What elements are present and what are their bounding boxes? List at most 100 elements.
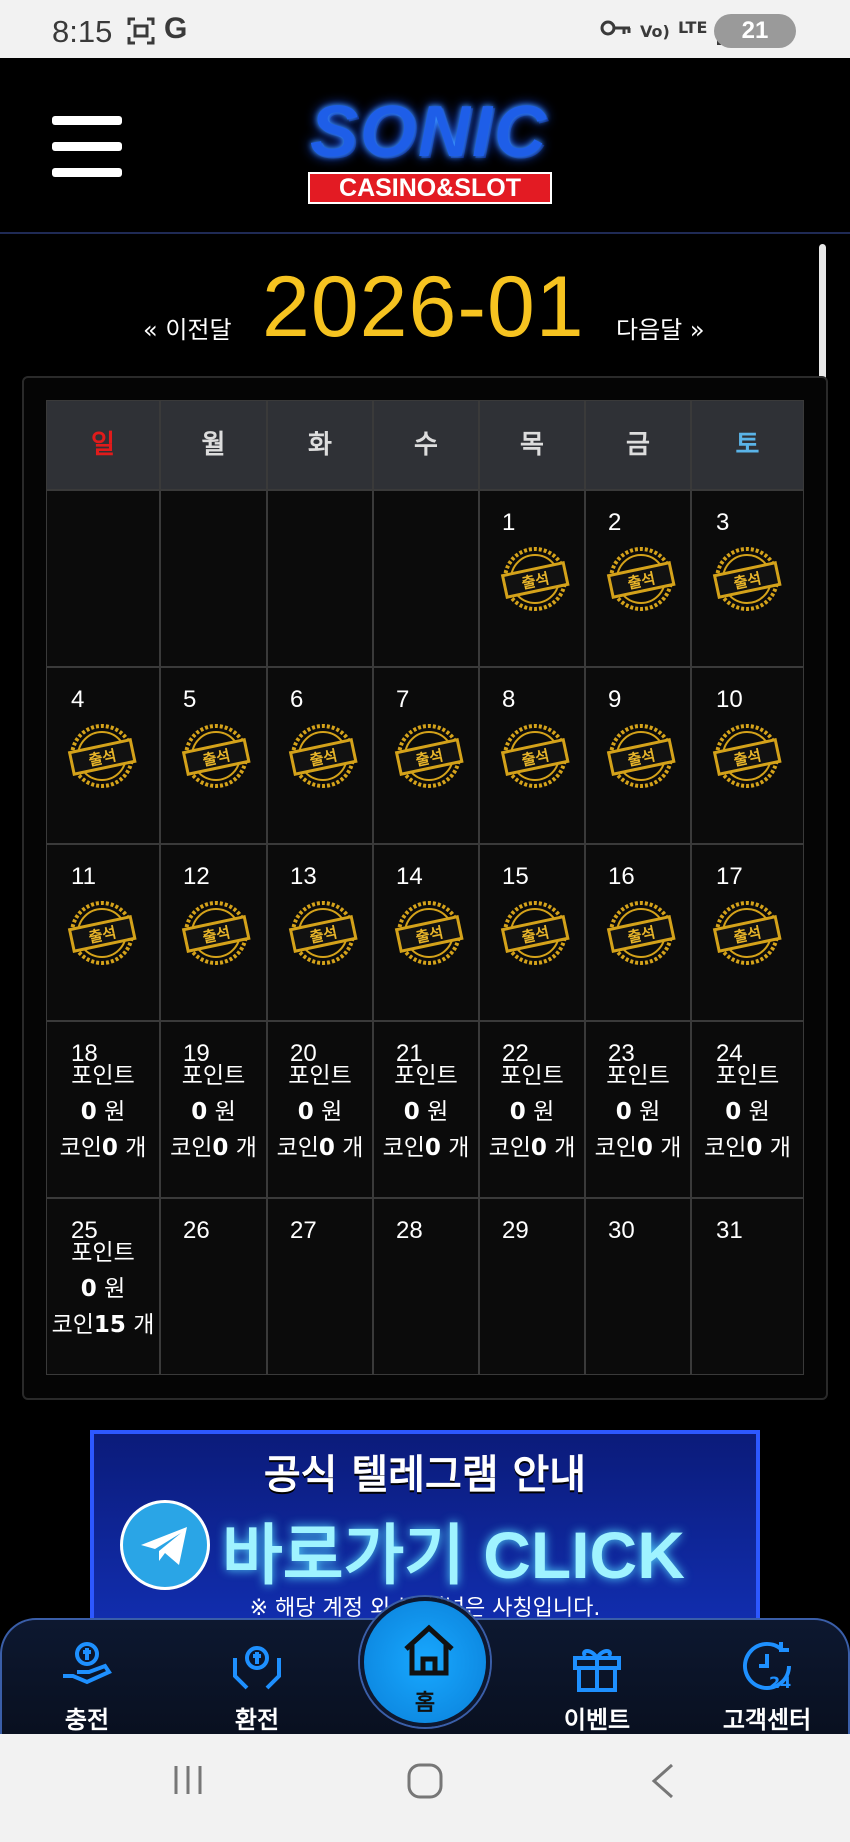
logo-subtitle: CASINO&SLOT	[308, 172, 552, 204]
calendar-day-28[interactable]: 28	[373, 1198, 479, 1375]
coin-amount: 0	[101, 1135, 118, 1161]
attendance-stamp-icon: 출석	[179, 720, 253, 792]
calendar-week-row: 18 포인트 0 원 코인0 개 19 포인트 0 원 코인0 개 20 포인트 0 원 코인0 개2…	[46, 1021, 804, 1198]
day-number: 1	[502, 509, 516, 536]
calendar-day-21[interactable]: 21 포인트 0 원 코인0 개	[373, 1021, 479, 1198]
weekday-sun: 일	[46, 400, 160, 490]
nav-deposit[interactable]: 충전	[22, 1626, 152, 1736]
attendance-stamp-icon: 출석	[710, 720, 784, 792]
calendar-day-22[interactable]: 22 포인트 0 원 코인0 개	[479, 1021, 585, 1198]
points-value: 0 원	[692, 1094, 803, 1130]
gift-icon	[567, 1636, 627, 1696]
won-unit: 원	[214, 1099, 236, 1125]
calendar-day-31[interactable]: 31	[691, 1198, 804, 1375]
points-value: 0 원	[586, 1094, 690, 1130]
calendar-day-17[interactable]: 17 출석	[691, 844, 804, 1021]
points-amount: 0	[80, 1276, 97, 1302]
calendar-day-29[interactable]: 29	[479, 1198, 585, 1375]
status-time: 8:15	[52, 14, 113, 49]
points-amount: 0	[615, 1099, 632, 1125]
points-label: 포인트	[71, 1240, 135, 1266]
calendar-day-15[interactable]: 15 출석	[479, 844, 585, 1021]
calendar-day-13[interactable]: 13 출석	[267, 844, 373, 1021]
recent-apps-icon[interactable]	[170, 1762, 206, 1802]
day-number: 8	[502, 686, 516, 713]
points-label: 포인트	[715, 1063, 780, 1089]
calendar-day-19[interactable]: 19 포인트 0 원 코인0 개	[160, 1021, 267, 1198]
calendar-day-12[interactable]: 12 출석	[160, 844, 267, 1021]
nav-support-label: 고객센터	[722, 1706, 812, 1734]
attendance-stamp-icon: 출석	[286, 897, 360, 969]
coin-amount: 0	[746, 1135, 763, 1161]
calendar-day-2[interactable]: 2 출석	[585, 490, 691, 667]
weekday-tue: 화	[267, 400, 373, 490]
coin-unit: 개	[133, 1312, 155, 1338]
day-number: 3	[716, 509, 730, 536]
telegram-icon	[120, 1500, 210, 1590]
calendar-day-24[interactable]: 24 포인트 0 원 코인0 개	[691, 1021, 804, 1198]
nav-support[interactable]: 24 고객센터	[702, 1626, 832, 1736]
back-icon[interactable]	[648, 1762, 678, 1804]
won-unit: 원	[748, 1099, 770, 1125]
points-amount: 0	[403, 1099, 420, 1125]
calendar-day-10[interactable]: 10 출석	[691, 667, 804, 844]
day-number: 5	[183, 686, 197, 713]
site-logo[interactable]: SONIC CASINO&SLOT	[286, 92, 572, 212]
home-system-icon[interactable]	[406, 1762, 444, 1804]
weekday-fri: 금	[585, 400, 691, 490]
calendar-day-7[interactable]: 7 출석	[373, 667, 479, 844]
calendar-day-8[interactable]: 8 출석	[479, 667, 585, 844]
nav-home[interactable]: 홈	[360, 1597, 490, 1727]
calendar-empty-cell	[267, 490, 373, 667]
coin-value: 코인0 개	[692, 1130, 803, 1166]
points-label: 포인트	[181, 1063, 246, 1089]
points-amount: 0	[191, 1099, 208, 1125]
attendance-stamp-icon: 출석	[710, 543, 784, 615]
banner-title: 공식 텔레그램 안내	[263, 1452, 587, 1498]
attendance-stamp-icon: 출석	[179, 897, 253, 969]
day-number: 31	[716, 1217, 743, 1244]
calendar-empty-cell	[46, 490, 160, 667]
withdraw-icon	[227, 1636, 287, 1696]
next-month-link[interactable]: 다음달 »	[616, 310, 705, 345]
nav-withdraw[interactable]: 환전	[192, 1626, 322, 1736]
calendar-week-row: 25 포인트 0 원 코인15 개 26 27 28 29 30 31	[46, 1198, 804, 1375]
coin-unit: 개	[125, 1135, 147, 1161]
calendar-day-4[interactable]: 4 출석	[46, 667, 160, 844]
calendar-day-26[interactable]: 26	[160, 1198, 267, 1375]
status-bar: 8:15 G Vo) LTE 21	[0, 0, 850, 58]
calendar-day-18[interactable]: 18 포인트 0 원 코인0 개	[46, 1021, 160, 1198]
calendar-day-23[interactable]: 23 포인트 0 원 코인0 개	[585, 1021, 691, 1198]
calendar-empty-cell	[160, 490, 267, 667]
logo-title: SONIC	[309, 92, 549, 172]
points-value: 0 원	[480, 1094, 584, 1130]
coin-value: 코인15 개	[47, 1307, 159, 1343]
calendar-day-11[interactable]: 11 출석	[46, 844, 160, 1021]
calendar-day-27[interactable]: 27	[267, 1198, 373, 1375]
coin-amount: 0	[318, 1135, 335, 1161]
prev-month-link[interactable]: « 이전달	[143, 310, 232, 345]
coin-amount: 15	[93, 1312, 126, 1338]
calendar-day-25[interactable]: 25 포인트 0 원 코인15 개	[46, 1198, 160, 1375]
coin-unit: 개	[660, 1135, 682, 1161]
calendar-day-20[interactable]: 20 포인트 0 원 코인0 개	[267, 1021, 373, 1198]
calendar-day-9[interactable]: 9 출석	[585, 667, 691, 844]
calendar-day-3[interactable]: 3 출석	[691, 490, 804, 667]
calendar-day-5[interactable]: 5 출석	[160, 667, 267, 844]
attendance-stamp-icon: 출석	[65, 897, 139, 969]
calendar-day-1[interactable]: 1 출석	[479, 490, 585, 667]
day-number: 2	[608, 509, 622, 536]
calendar-day-30[interactable]: 30	[585, 1198, 691, 1375]
attendance-stamp-icon: 출석	[65, 720, 139, 792]
calendar-day-14[interactable]: 14 출석	[373, 844, 479, 1021]
menu-icon[interactable]	[52, 116, 122, 178]
coin-amount: 0	[636, 1135, 653, 1161]
points-label: 포인트	[500, 1063, 564, 1089]
calendar-day-16[interactable]: 16 출석	[585, 844, 691, 1021]
nav-deposit-label: 충전	[64, 1706, 110, 1734]
coin-label: 코인	[59, 1135, 102, 1161]
won-unit: 원	[427, 1099, 449, 1125]
points-amount: 0	[80, 1099, 97, 1125]
nav-event[interactable]: 이벤트	[532, 1626, 662, 1736]
calendar-day-6[interactable]: 6 출석	[267, 667, 373, 844]
